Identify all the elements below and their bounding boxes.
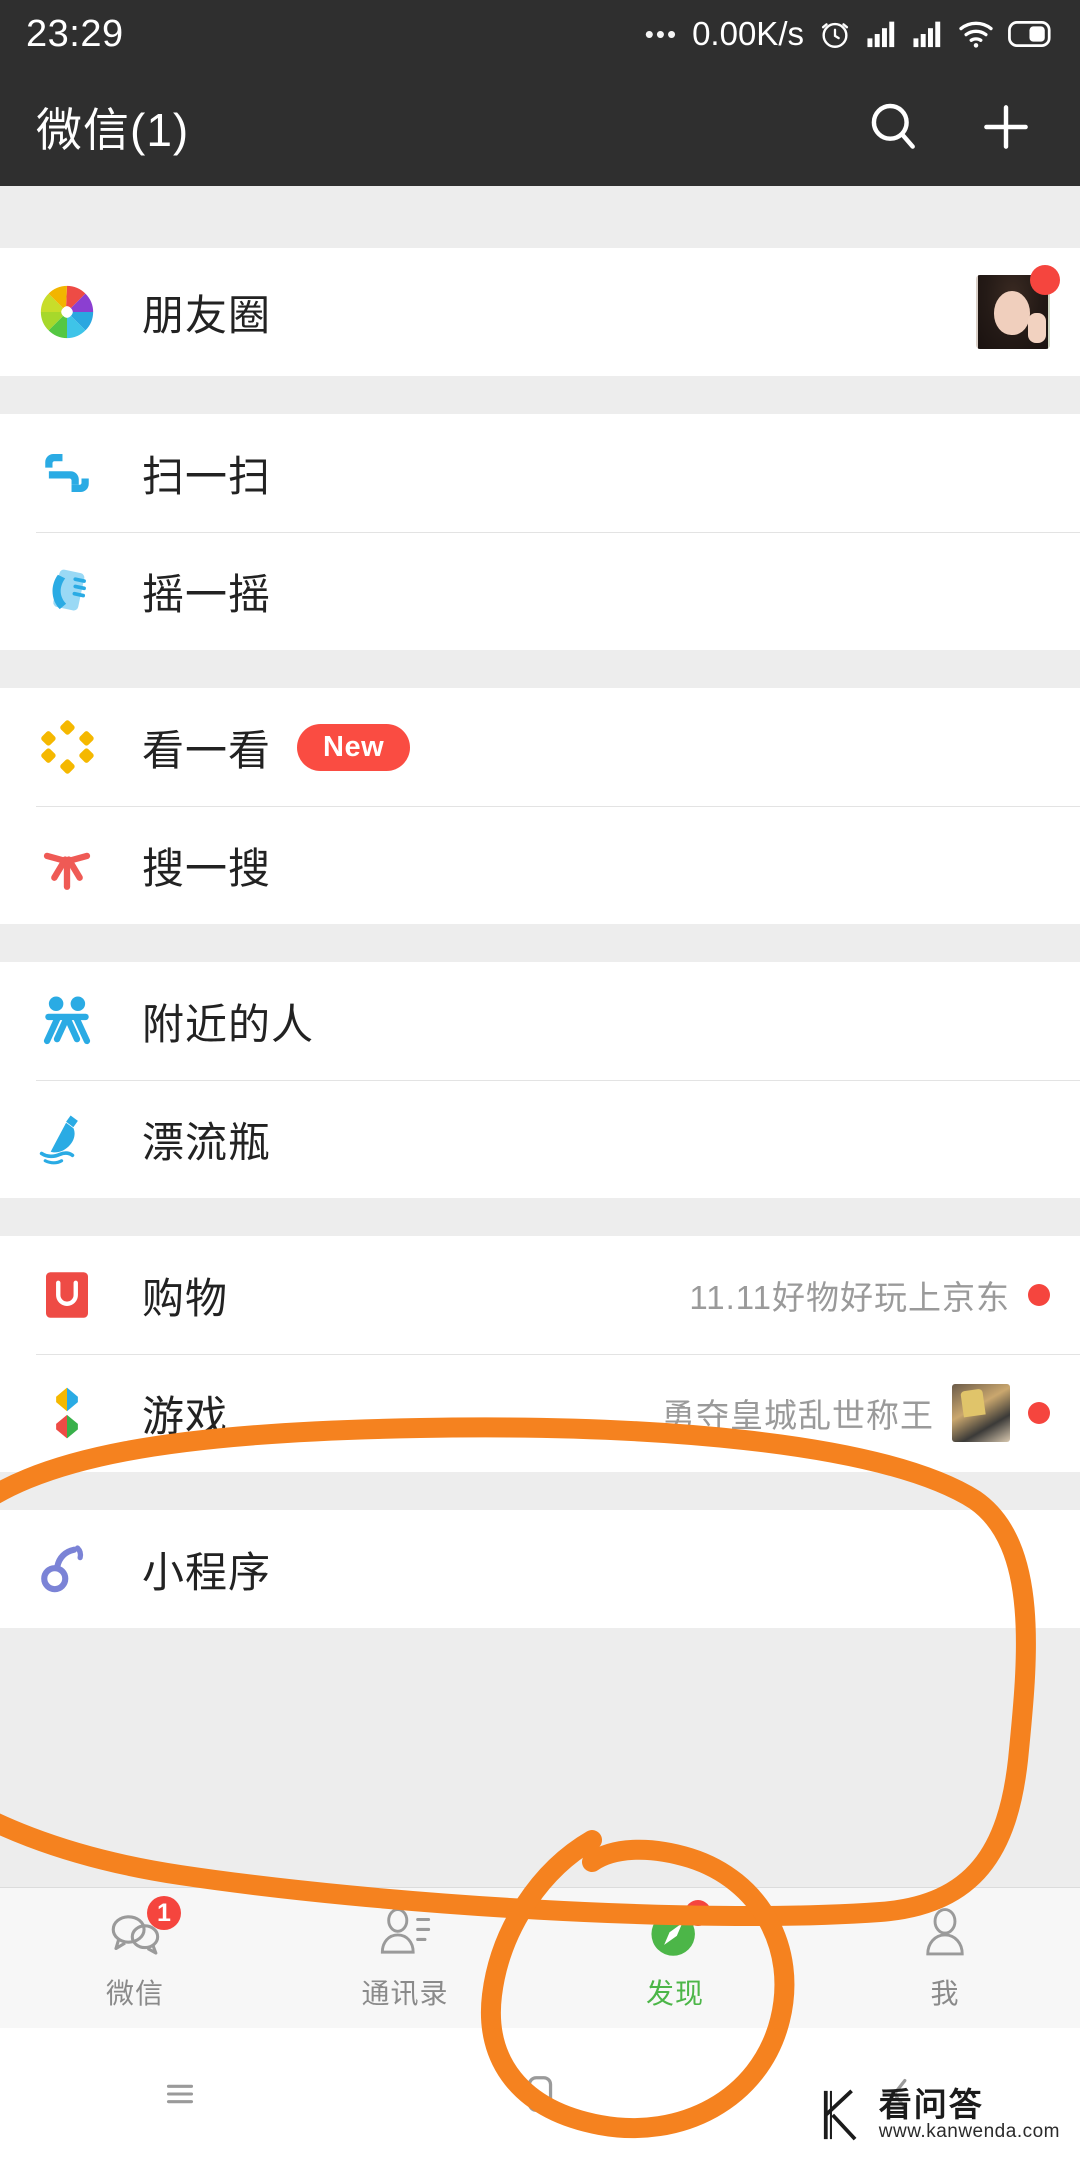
search-star-icon <box>36 834 98 896</box>
shake-icon <box>36 560 98 622</box>
section-gap <box>0 186 1080 248</box>
unread-dot <box>1028 1402 1050 1424</box>
top-stories-icon <box>36 716 98 778</box>
battery-icon <box>1008 21 1051 47</box>
tab-label: 微信 <box>105 1978 164 2009</box>
section-shopping-games: 购物 11.11好物好玩上京东 游戏 勇夺皇城乱世称王 <box>0 1236 1080 1472</box>
list-item-subtitle: 勇夺皇城乱世称王 <box>662 1397 934 1434</box>
list-item-right: 勇夺皇城乱世称王 <box>662 1384 1050 1442</box>
avatar[interactable] <box>976 265 1060 349</box>
game-thumbnail <box>952 1384 1010 1442</box>
watermark-name: 看问答 <box>878 2085 984 2123</box>
list-item-label: 摇一摇 <box>142 570 272 618</box>
drift-bottle-icon <box>36 1108 98 1170</box>
list-item-label: 搜一搜 <box>142 844 272 892</box>
wechat-discover-screen: 23:29 ••• 0.00K/s 微信(1) 朋友圈 扫一扫 摇一摇 看一看 … <box>0 0 1080 2160</box>
watermark: 看问答 www.kanwenda.com <box>817 2084 1060 2146</box>
alarm-clock-icon <box>821 22 849 48</box>
shopping-bag-icon <box>36 1264 98 1326</box>
list-item-top-stories[interactable]: 看一看 New <box>0 688 1080 806</box>
list-item-label: 漂流瓶 <box>142 1118 272 1166</box>
section-stories-search: 看一看 New 搜一搜 <box>0 688 1080 924</box>
menu-button[interactable] <box>0 2071 360 2117</box>
tab-contacts[interactable]: 通讯录 <box>270 1904 540 2012</box>
list-item-label: 扫一扫 <box>142 452 272 500</box>
person-icon <box>915 1904 975 1964</box>
home-square-icon <box>527 2076 553 2112</box>
unread-badge: 1 <box>147 1896 181 1930</box>
section-gap <box>0 376 1080 414</box>
new-badge: New <box>297 723 411 771</box>
watermark-url: www.kanwenda.com <box>878 2121 1060 2143</box>
more-dots-icon: ••• <box>644 19 679 49</box>
list-item-games[interactable]: 游戏 勇夺皇城乱世称王 <box>0 1354 1080 1472</box>
list-item-scan[interactable]: 扫一扫 <box>0 414 1080 532</box>
list-item-search-sousou[interactable]: 搜一搜 <box>0 806 1080 924</box>
tab-label: 我 <box>930 1978 960 2009</box>
list-item-label: 朋友圈 <box>142 291 272 339</box>
list-item-label: 游戏 <box>142 1392 229 1440</box>
chat-bubble-icon: 1 <box>105 1896 181 1964</box>
unread-dot <box>1028 1284 1050 1306</box>
section-moments: 朋友圈 <box>0 248 1080 376</box>
wifi-icon <box>959 21 993 48</box>
list-item-label: 附近的人 <box>142 1000 315 1048</box>
section-gap <box>0 924 1080 962</box>
status-time: 23:29 <box>26 12 124 55</box>
list-item-moments[interactable]: 朋友圈 <box>0 248 1080 376</box>
list-item-drift-bottle[interactable]: 漂流瓶 <box>0 1080 1080 1198</box>
games-diamond-icon <box>36 1382 98 1444</box>
list-item-shopping[interactable]: 购物 11.11好物好玩上京东 <box>0 1236 1080 1354</box>
tab-label: 通讯录 <box>361 1978 449 2009</box>
android-nav-bar: 看问答 www.kanwenda.com <box>0 2028 1080 2160</box>
list-item-people-nearby[interactable]: 附近的人 <box>0 962 1080 1080</box>
plus-icon[interactable] <box>978 99 1034 155</box>
list-item-shake[interactable]: 摇一摇 <box>0 532 1080 650</box>
tab-label: 发现 <box>645 1978 704 2009</box>
menu-icon <box>166 2084 194 2104</box>
network-speed-text: 0.00K/s <box>692 15 804 52</box>
unread-dot <box>1030 265 1060 295</box>
people-nearby-icon <box>36 990 98 1052</box>
section-gap <box>0 1472 1080 1510</box>
section-mini-programs: 小程序 <box>0 1510 1080 1628</box>
tab-me[interactable]: 我 <box>810 1904 1080 2012</box>
scan-icon <box>36 442 98 504</box>
section-gap <box>0 650 1080 688</box>
search-icon[interactable] <box>866 99 922 155</box>
title-actions <box>866 99 1050 155</box>
section-scan-shake: 扫一扫 摇一摇 <box>0 414 1080 650</box>
bottom-tab-bar: 1 微信 通讯录 发现 我 <box>0 1887 1080 2028</box>
home-button[interactable] <box>360 2069 720 2119</box>
section-gap <box>0 1198 1080 1236</box>
mini-program-icon <box>36 1538 98 1600</box>
list-item-right <box>976 265 1060 349</box>
list-item-label: 购物 <box>142 1274 229 1322</box>
signal-bars-icon <box>867 21 895 48</box>
list-item-right: 11.11好物好玩上京东 <box>689 1271 1050 1319</box>
tab-discover[interactable]: 发现 <box>540 1900 810 2012</box>
contacts-icon <box>375 1904 435 1964</box>
compass-icon <box>645 1900 711 1964</box>
list-item-label: 看一看 <box>142 726 272 774</box>
tab-wechat[interactable]: 1 微信 <box>0 1896 270 2012</box>
status-icons: ••• 0.00K/s <box>645 15 1054 53</box>
list-item-subtitle: 11.11好物好玩上京东 <box>689 1279 1010 1316</box>
signal-bars-icon <box>913 21 941 48</box>
list-item-mini-programs[interactable]: 小程序 <box>0 1510 1080 1628</box>
page-title: 微信(1) <box>36 104 190 156</box>
title-bar: 微信(1) <box>0 68 1080 186</box>
status-bar: 23:29 ••• 0.00K/s <box>0 0 1080 68</box>
watermark-logo-icon <box>823 2089 857 2141</box>
moments-aperture-icon <box>36 281 98 343</box>
section-nearby-bottle: 附近的人 漂流瓶 <box>0 962 1080 1198</box>
list-item-label: 小程序 <box>142 1548 272 1596</box>
unread-dot <box>685 1900 711 1926</box>
